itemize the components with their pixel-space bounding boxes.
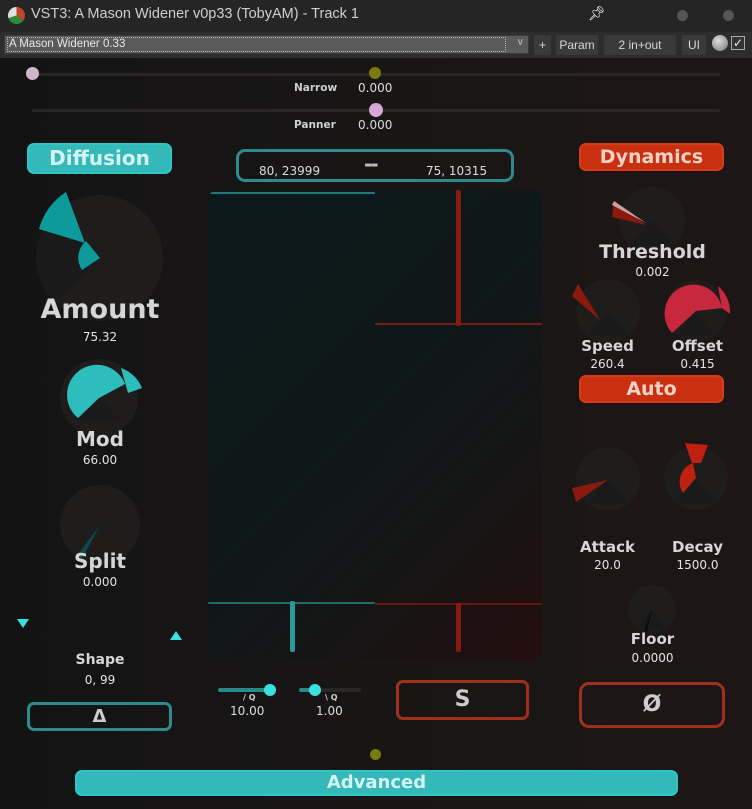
plugin-panel: Narrow 0.000 Panner 0.000 Diffusion Amou…	[0, 58, 752, 809]
minimize-button[interactable]	[677, 10, 688, 21]
frequency-readout: 80, 23999 -- 75, 10315	[236, 149, 514, 182]
phase-invert-button[interactable]: Ø	[579, 682, 725, 728]
split-label: Split	[74, 549, 126, 573]
teal-low-handle[interactable]	[290, 601, 295, 652]
red-high-handle[interactable]	[456, 190, 461, 326]
attack-knob[interactable]	[570, 446, 644, 512]
threshold-value: 0.002	[635, 265, 670, 279]
readout-mid: --	[364, 152, 379, 176]
app-icon	[8, 7, 25, 24]
plugin-toolbar: A Mason Widener 0.33 ∨ + Param 2 in+out …	[0, 32, 752, 58]
q-down-label: \ Q	[325, 693, 338, 702]
shape-min-handle-icon[interactable]	[17, 619, 29, 628]
amount-value: 75.32	[82, 330, 118, 344]
close-button[interactable]	[723, 10, 734, 21]
q-down-value: 1.00	[316, 704, 343, 718]
floor-value: 0.0000	[631, 651, 674, 665]
readout-right: 75, 10315	[426, 164, 488, 178]
solo-button[interactable]: S	[396, 680, 529, 720]
teal-high-line	[208, 192, 375, 194]
shape-value: 0, 99	[84, 673, 116, 687]
pin-icon[interactable]: 📌︎	[588, 6, 606, 22]
split-value: 0.000	[82, 575, 118, 589]
narrow-value: 0.000	[358, 81, 393, 95]
offset-label: Offset	[671, 337, 724, 355]
decay-value: 1500.0	[676, 558, 719, 572]
panner-value: 0.000	[358, 118, 393, 132]
advanced-button[interactable]: Advanced	[75, 770, 678, 796]
shape-max-handle-icon[interactable]	[170, 631, 182, 640]
left-slider-thumb[interactable]	[26, 67, 39, 80]
window-titlebar: VST3: A Mason Widener v0p33 (TobyAM) - T…	[0, 0, 752, 32]
speed-knob[interactable]	[570, 278, 644, 344]
chevron-down-icon: ∨	[516, 37, 524, 48]
window-title: VST3: A Mason Widener v0p33 (TobyAM) - T…	[31, 6, 359, 22]
speed-value: 260.4	[590, 357, 625, 371]
q-down-slider-thumb[interactable]	[309, 684, 321, 696]
delta-button[interactable]: Δ	[27, 702, 172, 731]
preset-name: A Mason Widener 0.33	[7, 37, 506, 52]
floor-label: Floor	[630, 630, 675, 648]
crossover-graph[interactable]	[208, 190, 542, 660]
offset-knob[interactable]	[664, 278, 734, 344]
panner-label: Panner	[294, 119, 336, 131]
mod-label: Mod	[76, 427, 124, 451]
offset-value: 0.415	[680, 357, 715, 371]
param-button[interactable]: Param	[556, 35, 598, 55]
q-up-slider-track[interactable]	[218, 688, 270, 692]
attack-label: Attack	[580, 538, 635, 556]
narrow-label: Narrow	[294, 82, 338, 94]
dynamics-button[interactable]: Dynamics	[579, 143, 724, 171]
advanced-indicator-dot[interactable]	[370, 749, 381, 760]
decay-knob[interactable]	[663, 441, 733, 511]
bypass-checkbox[interactable]: ✓	[731, 36, 745, 50]
diffusion-button[interactable]: Diffusion	[27, 143, 172, 174]
q-up-slider-thumb[interactable]	[264, 684, 276, 696]
narrow-slider-thumb[interactable]	[369, 67, 381, 79]
wet-knob[interactable]	[712, 35, 728, 51]
panner-slider-thumb[interactable]	[369, 103, 383, 117]
readout-left: 80, 23999	[259, 164, 321, 178]
mod-value: 66.00	[82, 453, 118, 467]
attack-value: 20.0	[594, 558, 621, 572]
q-up-value: 10.00	[230, 704, 265, 718]
auto-button[interactable]: Auto	[579, 375, 724, 403]
decay-label: Decay	[672, 538, 723, 556]
preset-dropdown[interactable]: A Mason Widener 0.33 ∨	[4, 35, 529, 54]
red-low-handle[interactable]	[456, 603, 461, 652]
threshold-label: Threshold	[599, 241, 706, 263]
ui-button[interactable]: UI	[682, 35, 706, 55]
io-button[interactable]: 2 in+out	[604, 35, 676, 55]
amount-label: Amount	[40, 294, 160, 325]
red-mid-line	[375, 323, 542, 325]
speed-label: Speed	[581, 337, 634, 355]
shape-label: Shape	[75, 652, 125, 668]
add-button[interactable]: +	[534, 35, 551, 55]
mod-knob[interactable]	[58, 358, 148, 438]
q-up-label: / Q	[243, 693, 256, 702]
